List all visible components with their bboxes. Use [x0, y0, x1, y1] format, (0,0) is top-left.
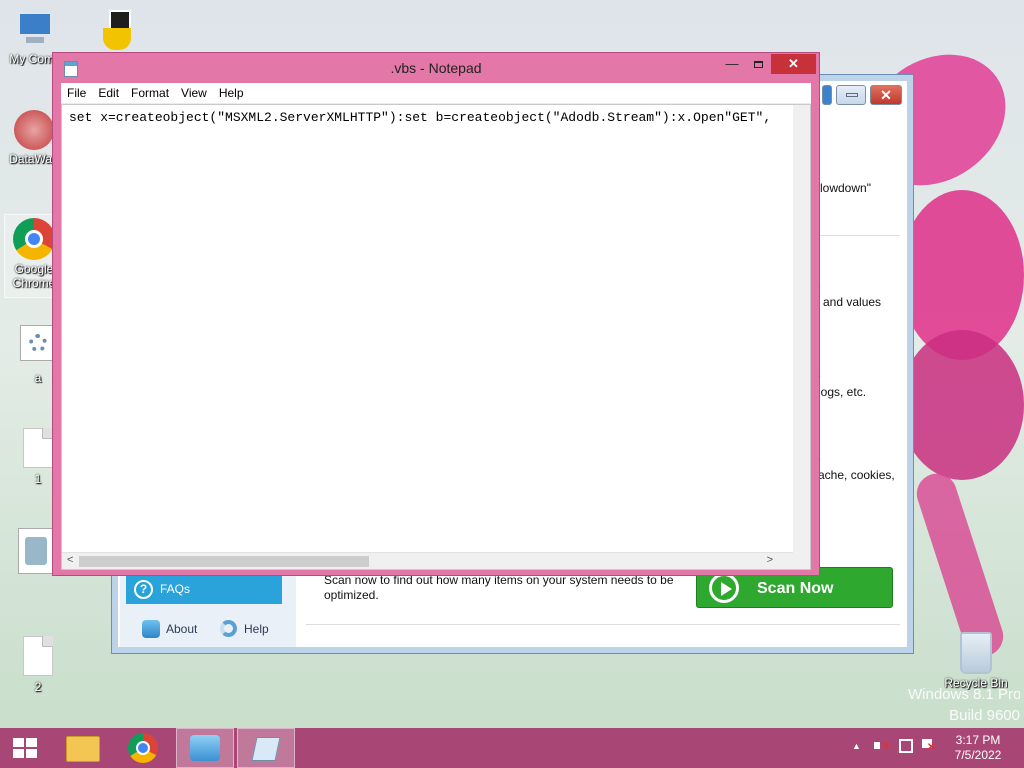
- notepad-icon: [251, 737, 281, 761]
- minimize-button[interactable]: [836, 85, 866, 105]
- divider: [306, 624, 900, 625]
- volume-muted-icon[interactable]: ✕: [874, 739, 890, 753]
- notepad-title-bar[interactable]: .vbs - Notepad: [53, 53, 819, 83]
- clock-time: 3:17 PM: [955, 733, 1001, 747]
- chrome-icon: [128, 733, 158, 763]
- chrome-icon: [13, 218, 55, 260]
- menu-help[interactable]: Help: [213, 83, 250, 104]
- close-button[interactable]: ✕: [870, 85, 902, 105]
- settings-file-icon: [20, 325, 56, 361]
- desktop-icon-2[interactable]: 2: [8, 636, 68, 694]
- windows-watermark: Windows 8.1 Pro Build 9600: [908, 684, 1020, 726]
- question-icon: ?: [134, 580, 153, 599]
- start-button[interactable]: [0, 728, 50, 768]
- show-hidden-icons[interactable]: ▲: [852, 741, 861, 751]
- watermark-edition: Windows 8.1 Pro: [908, 686, 1020, 703]
- info-text: slowdown": [814, 181, 871, 195]
- help-icon: [220, 620, 237, 637]
- action-center-flag-icon[interactable]: ✕: [922, 739, 936, 753]
- sidebar-item-faqs[interactable]: ? FAQs: [126, 575, 282, 604]
- file-icon: [23, 428, 53, 468]
- taskbar-notepad[interactable]: [237, 728, 295, 768]
- sidebar-item-about[interactable]: About: [142, 619, 197, 639]
- scroll-right-icon[interactable]: >: [767, 554, 773, 566]
- clock[interactable]: 3:17 PM 7/5/2022: [950, 733, 1006, 763]
- info-text: ache, cookies,: [818, 468, 895, 482]
- minimize-button[interactable]: —: [719, 54, 745, 74]
- menu-edit[interactable]: Edit: [92, 83, 125, 104]
- maximize-button[interactable]: [822, 85, 832, 105]
- maximize-button[interactable]: [745, 54, 771, 74]
- notepad-icon: [64, 61, 78, 77]
- taskbar: ▲ ✕ ✕ 3:17 PM 7/5/2022: [0, 728, 1024, 768]
- watermark-build: Build 9600: [949, 707, 1020, 724]
- window-title: .vbs - Notepad: [390, 60, 482, 76]
- vertical-scrollbar[interactable]: [793, 105, 810, 552]
- info-text: and values: [823, 295, 882, 309]
- network-icon[interactable]: [899, 739, 913, 753]
- file-icon: [23, 636, 53, 676]
- recycle-bin-icon: [960, 632, 992, 674]
- menu-view[interactable]: View: [175, 83, 213, 104]
- notepad-window[interactable]: .vbs - Notepad — ✕ File Edit Format View Hel…: [52, 52, 820, 576]
- computer-icon: [14, 10, 56, 50]
- info-text: logs, etc.: [818, 385, 867, 399]
- scan-hint-text: Scan now to find out how many items on y…: [324, 573, 674, 602]
- cleaner-app-icon: [190, 735, 220, 761]
- menu-file[interactable]: File: [61, 83, 92, 104]
- close-button[interactable]: ✕: [771, 54, 816, 74]
- start-icon: [13, 738, 37, 758]
- sidebar-item-label: FAQs: [160, 582, 191, 596]
- datawag-icon: [14, 110, 54, 150]
- installer-shield-icon[interactable]: [95, 8, 139, 52]
- sidebar-item-help[interactable]: Help: [220, 619, 269, 639]
- scan-now-label: Scan Now: [757, 580, 834, 597]
- taskbar-cleaner-app[interactable]: [176, 728, 234, 768]
- text-editor[interactable]: set x=createobject("MSXML2.ServerXMLHTTP…: [61, 104, 811, 570]
- taskbar-chrome[interactable]: [116, 728, 172, 768]
- about-icon: [142, 620, 160, 638]
- horizontal-scrollbar[interactable]: < >: [62, 552, 793, 569]
- play-icon: [709, 573, 739, 603]
- sidebar-item-label: About: [166, 622, 198, 636]
- clock-date: 7/5/2022: [954, 748, 1002, 762]
- script-file-icon[interactable]: [18, 528, 54, 574]
- scrollbar-thumb[interactable]: [79, 556, 369, 567]
- scroll-corner: [793, 552, 810, 569]
- file-explorer-icon: [66, 736, 100, 762]
- editor-content[interactable]: set x=createobject("MSXML2.ServerXMLHTTP…: [69, 110, 771, 125]
- scroll-left-icon[interactable]: <: [67, 554, 73, 566]
- taskbar-file-explorer[interactable]: [56, 728, 112, 768]
- sidebar-item-label: Help: [244, 622, 269, 636]
- menu-bar: File Edit Format View Help: [61, 83, 811, 104]
- desktop-icon-label: 2: [34, 680, 42, 694]
- desktop-icon-recycle-bin[interactable]: Recycle Bin: [944, 632, 1008, 690]
- menu-format[interactable]: Format: [125, 83, 175, 104]
